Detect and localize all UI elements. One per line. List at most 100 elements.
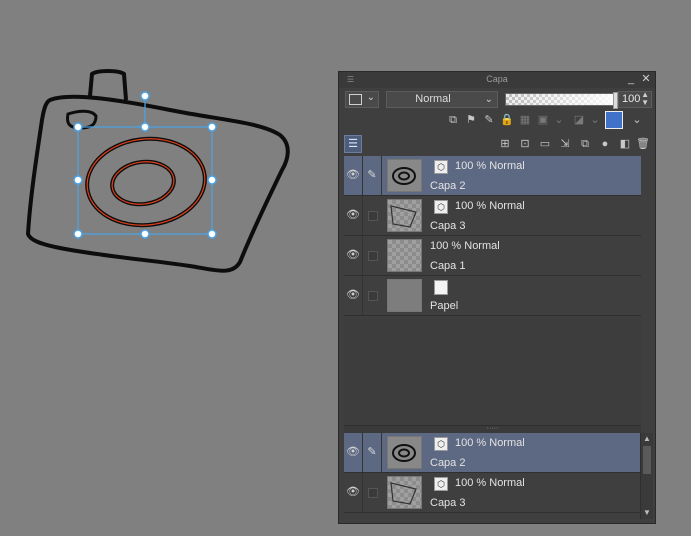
scroll-up-icon[interactable]: ▲ xyxy=(641,433,653,445)
reference-layer-icon[interactable]: ⚑ xyxy=(463,112,479,128)
vector-layer-icon: ⬡ xyxy=(434,437,448,451)
stepper-icon[interactable]: ▲ ▼ xyxy=(641,91,649,107)
edit-target-checkbox[interactable] xyxy=(368,291,378,301)
pen-icon: ✎ xyxy=(363,433,382,473)
chevron-down-icon[interactable]: ⌄ xyxy=(551,112,567,128)
transform-handle[interactable] xyxy=(73,122,83,132)
layer-panel: ☰ Capa _ ✕ ⌄ Normal ⌄ 100 ▲ ▼ ⧉ ⚑ ✎ 🔒 ▦ ▣… xyxy=(338,71,656,524)
layer-list-view-icon[interactable]: ☰ xyxy=(344,135,362,153)
eye-icon[interactable]: 👁 xyxy=(344,156,363,196)
layer-preview-list[interactable]: 👁 ✎ ⬡ 100 % Normal Capa 2 👁 ⬡ 100 % Norm… xyxy=(344,433,641,519)
layer-thumbnail xyxy=(387,159,422,192)
layer-row[interactable]: 👁 ⬡ 100 % Normal Capa 3 xyxy=(344,196,641,236)
layer-thumbnail xyxy=(387,476,422,509)
apply-mask-icon[interactable]: ◧ xyxy=(617,136,633,152)
ruler-visibility-icon[interactable]: ◪ xyxy=(571,112,587,128)
layer-row[interactable]: 👁 ✎ ⬡ 100 % Normal Capa 2 xyxy=(344,433,641,473)
layer-row[interactable]: 👁 ✎ ⬡ 100 % Normal Capa 2 xyxy=(344,156,641,196)
lens-inner xyxy=(110,159,176,207)
draft-layer-icon[interactable]: ✎ xyxy=(481,112,497,128)
layer-thumbnail xyxy=(387,239,422,272)
scrollbar-thumb[interactable] xyxy=(643,446,651,474)
layer-row[interactable]: 👁 Papel xyxy=(344,276,641,316)
layer-name: Capa 1 xyxy=(430,260,466,272)
vector-layer-icon: ⬡ xyxy=(434,477,448,491)
transform-handle[interactable] xyxy=(73,229,83,239)
layer-list-empty-area[interactable] xyxy=(344,319,641,425)
new-folder-icon[interactable]: ▭ xyxy=(537,136,553,152)
blend-mode-dropdown[interactable]: Normal ⌄ xyxy=(386,91,498,108)
minimize-icon[interactable]: _ xyxy=(624,72,638,86)
scroll-down-icon[interactable]: ▼ xyxy=(641,507,653,519)
vector-layer-icon: ⬡ xyxy=(434,200,448,214)
lens-outer xyxy=(85,136,207,228)
transform-handle[interactable] xyxy=(207,175,217,185)
lock-transparency-icon[interactable]: ▦ xyxy=(517,112,533,128)
layer-color-icon[interactable] xyxy=(605,111,623,129)
opacity-input[interactable]: 100 ▲ ▼ xyxy=(618,91,652,108)
transform-handle[interactable] xyxy=(207,122,217,132)
create-layer-mask-icon[interactable]: ● xyxy=(597,136,613,152)
layer-color-swatch xyxy=(349,94,362,105)
layer-row[interactable]: 👁 ⬡ 100 % Normal Capa 3 xyxy=(344,473,641,513)
mask-enable-icon[interactable]: ▣ xyxy=(535,112,551,128)
panel-titlebar[interactable]: ☰ Capa _ ✕ xyxy=(339,72,655,88)
eye-icon[interactable]: 👁 xyxy=(344,473,363,513)
opacity-value: 100 xyxy=(622,93,641,105)
layer-mode: 100 % Normal xyxy=(455,160,525,172)
eye-icon[interactable]: 👁 xyxy=(344,196,363,236)
scrollbar[interactable]: ▲ ▼ xyxy=(640,433,653,519)
transform-handle[interactable] xyxy=(140,229,150,239)
new-vector-layer-icon[interactable]: ⊡ xyxy=(517,136,533,152)
eye-icon[interactable]: 👁 xyxy=(344,236,363,276)
eye-icon[interactable]: 👁 xyxy=(344,433,363,473)
chevron-down-icon[interactable]: ⌄ xyxy=(629,112,645,128)
layer-mode: 100 % Normal xyxy=(455,200,525,212)
combine-with-layer-below-icon[interactable]: ⧉ xyxy=(577,136,593,152)
layer-name: Capa 3 xyxy=(430,220,466,232)
layer-mode: 100 % Normal xyxy=(455,477,525,489)
layer-name: Papel xyxy=(430,300,459,312)
opacity-slider[interactable] xyxy=(505,92,618,109)
blend-mode-value: Normal xyxy=(415,93,451,105)
layer-thumbnail xyxy=(387,279,422,312)
layer-thumbnail xyxy=(387,436,422,469)
transform-handle[interactable] xyxy=(140,122,150,132)
camera-drawing xyxy=(26,69,290,273)
transform-handle[interactable] xyxy=(207,229,217,239)
layer-row[interactable]: 👁 100 % Normal Capa 1 xyxy=(344,236,641,276)
layer-name: Capa 2 xyxy=(430,180,466,192)
camera-viewfinder-stroke xyxy=(88,69,128,101)
edit-target-checkbox[interactable] xyxy=(368,211,378,221)
transfer-to-lower-layer-icon[interactable]: ⇲ xyxy=(557,136,573,152)
eye-icon[interactable]: 👁 xyxy=(344,276,363,316)
transform-handle[interactable] xyxy=(73,175,83,185)
new-raster-layer-icon[interactable]: ⊞ xyxy=(497,136,513,152)
trash-icon[interactable]: 🗑 xyxy=(635,136,651,152)
rotate-handle[interactable] xyxy=(140,91,150,101)
opacity-slider-fill xyxy=(506,94,616,105)
layer-command-bar: ☰ ⊞ ⊡ ▭ ⇲ ⧉ ● ◧ 🗑 xyxy=(339,133,655,155)
layer-mode: 100 % Normal xyxy=(430,240,500,252)
paper-layer-icon xyxy=(434,280,448,295)
layer-options-toolbar: ⧉ ⚑ ✎ 🔒 ▦ ▣ ⌄ ◪ ⌄ ⌄ xyxy=(339,111,655,132)
panel-title: Capa xyxy=(486,74,508,84)
chevron-down-icon[interactable]: ⌄ xyxy=(587,112,603,128)
edit-target-checkbox[interactable] xyxy=(368,251,378,261)
chevron-down-icon: ⌄ xyxy=(366,92,375,103)
layer-name: Capa 3 xyxy=(430,497,466,509)
layer-name: Capa 2 xyxy=(430,457,466,469)
close-icon[interactable]: ✕ xyxy=(639,72,653,86)
layer-properties-bar: ⌄ Normal ⌄ 100 ▲ ▼ xyxy=(339,89,655,111)
layer-color-dropdown[interactable]: ⌄ xyxy=(345,91,379,108)
pen-icon: ✎ xyxy=(363,156,382,196)
clip-to-layer-below-icon[interactable]: ⧉ xyxy=(445,112,461,128)
edit-target-checkbox[interactable] xyxy=(368,488,378,498)
vector-layer-icon: ⬡ xyxy=(434,160,448,174)
layer-mode: 100 % Normal xyxy=(455,437,525,449)
layer-list[interactable]: 👁 ✎ ⬡ 100 % Normal Capa 2 👁 ⬡ 100 % Norm… xyxy=(344,156,641,319)
lens-outer-highlight xyxy=(86,138,206,226)
layer-thumbnail xyxy=(387,199,422,232)
chevron-down-icon: ⌄ xyxy=(484,94,493,105)
lock-layer-icon[interactable]: 🔒 xyxy=(499,112,515,128)
